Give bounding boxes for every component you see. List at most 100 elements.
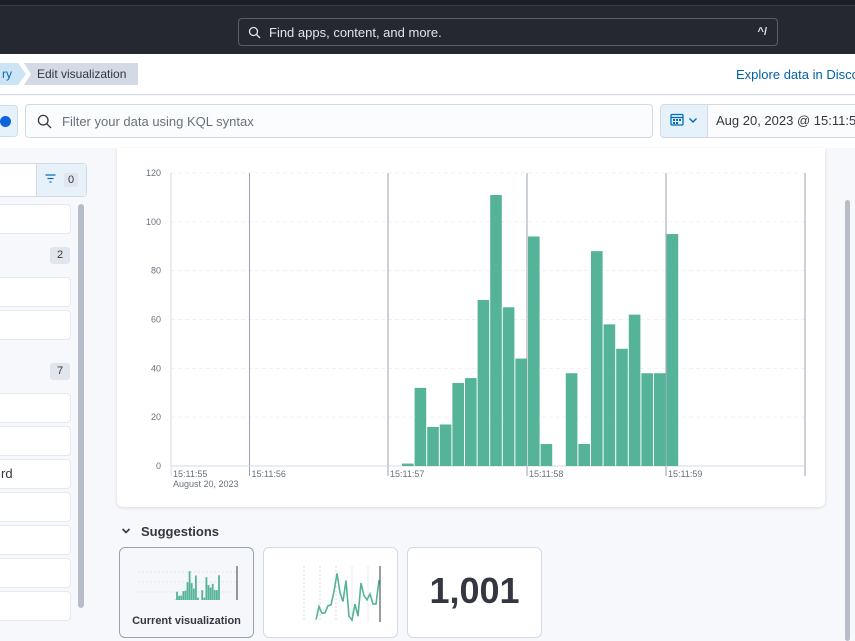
suggestion-label: Current visualization [132, 615, 241, 627]
y-tick-label: 80 [151, 266, 161, 276]
thumb-bar [203, 597, 206, 600]
bar [414, 387, 427, 466]
breadcrumb-current: Edit visualization [24, 63, 139, 85]
x-tick-label: 15:11:56 [252, 469, 286, 479]
line-thumbnail-icon [303, 566, 381, 622]
thumb-bar [207, 584, 210, 600]
thumb-bar [192, 588, 195, 600]
thumb-bar [213, 590, 216, 600]
field-item[interactable] [0, 525, 71, 555]
bar [502, 307, 515, 466]
bar [616, 348, 628, 466]
suggestion-current-visualization[interactable]: Current visualization [119, 547, 254, 638]
date-picker-button[interactable] [660, 104, 708, 138]
field-item[interactable] [0, 426, 71, 456]
field-item[interactable] [0, 310, 71, 340]
y-tick-label: 20 [151, 412, 161, 422]
field-item[interactable] [0, 492, 71, 522]
bar [427, 426, 439, 466]
thumb-bar [201, 590, 204, 600]
bar-thumbnail-icon [138, 566, 238, 600]
bar [628, 314, 641, 466]
global-search-input[interactable]: Find apps, content, and more. ^/ [238, 18, 778, 46]
field-item[interactable]: rd [0, 459, 71, 489]
thumb-bar [218, 575, 220, 600]
kql-query-input[interactable]: Filter your data using KQL syntax [25, 104, 653, 138]
bar [477, 299, 490, 466]
y-tick-label: 120 [146, 168, 161, 178]
kql-placeholder: Filter your data using KQL syntax [62, 113, 254, 129]
suggestion-line-chart[interactable] [263, 547, 398, 638]
y-tick-label: 60 [151, 315, 161, 325]
bar [439, 424, 452, 466]
filter-count-badge: 0 [63, 173, 79, 187]
bar [452, 382, 464, 466]
x-tick-label: 15:11:58 [529, 469, 563, 479]
y-tick-label: 100 [146, 217, 161, 227]
group-count-badge: 7 [50, 363, 70, 380]
bar [565, 373, 578, 466]
thumb-bar [188, 571, 191, 600]
x-sub-label: August 20, 2023 [173, 479, 239, 489]
bar [603, 324, 616, 466]
thumb-bar [216, 590, 218, 600]
bar [578, 444, 590, 466]
suggestion-metric[interactable]: 1,001 [407, 547, 542, 638]
search-icon [26, 114, 62, 129]
bar [402, 463, 414, 466]
chevron-down-icon [121, 524, 131, 539]
filter-icon [45, 174, 56, 186]
breadcrumb: ry Edit visualization Explore data in Di… [0, 54, 855, 95]
x-tick-label: 15:11:59 [668, 469, 702, 479]
bar [540, 444, 553, 466]
thumb-line [315, 573, 380, 622]
bar [528, 236, 540, 466]
field-filter-button[interactable]: 0 [36, 164, 86, 196]
thumb-bar [178, 595, 180, 600]
field-item[interactable] [0, 277, 71, 307]
x-tick-label: 15:11:57 [390, 469, 424, 479]
field-list-sidebar: 0 2 7 rd [0, 148, 100, 641]
breadcrumb-previous[interactable]: ry [0, 63, 26, 85]
thumb-bar [190, 583, 193, 600]
sidebar-scrollbar[interactable] [78, 204, 84, 608]
thumb-bar [211, 583, 214, 600]
field-item[interactable] [0, 558, 71, 588]
browser-edge [0, 0, 855, 6]
metric-value: 1,001 [429, 570, 520, 611]
thumb-bar [184, 590, 187, 600]
bar [591, 251, 603, 466]
query-menu-button[interactable] [0, 105, 18, 137]
thumb-bar [209, 587, 212, 600]
keyboard-shortcut-badge: ^/ [757, 26, 767, 38]
top-header: Find apps, content, and more. ^/ [0, 0, 855, 54]
bar [515, 358, 527, 466]
x-tick-label: 15:11:55 [173, 469, 207, 479]
explore-data-link[interactable]: Explore data in Disco [736, 67, 855, 82]
status-dot-icon [0, 116, 11, 127]
field-item[interactable] [0, 204, 71, 234]
y-tick-label: 40 [151, 363, 161, 373]
suggestions-title: Suggestions [141, 524, 220, 539]
field-item[interactable] [0, 591, 71, 621]
calendar-icon [670, 112, 684, 131]
bar [465, 378, 477, 466]
bar [666, 234, 679, 466]
date-range-start[interactable]: Aug 20, 2023 @ 15:11:55. [707, 104, 855, 138]
chevron-down-icon [688, 112, 698, 130]
bar [490, 194, 502, 466]
global-search-placeholder: Find apps, content, and more. [269, 24, 442, 40]
bar [654, 373, 666, 466]
main-scrollbar[interactable] [845, 200, 850, 641]
field-search-input[interactable]: 0 [0, 163, 87, 197]
group-count-badge: 2 [50, 247, 70, 264]
bar-chart: 0 20 40 60 80 100 120 15:11:55 15:11:56 15:11:57 1… [146, 168, 806, 489]
thumb-bar [182, 591, 185, 600]
thumb-bar [176, 591, 178, 600]
suggestions-toggle[interactable]: Suggestions [121, 524, 219, 539]
field-item[interactable] [0, 393, 71, 423]
y-tick-label: 0 [156, 461, 161, 471]
thumb-bar [186, 582, 189, 600]
query-bar: Filter your data using KQL syntax Aug 20… [0, 96, 855, 148]
thumb-bar [205, 577, 208, 600]
